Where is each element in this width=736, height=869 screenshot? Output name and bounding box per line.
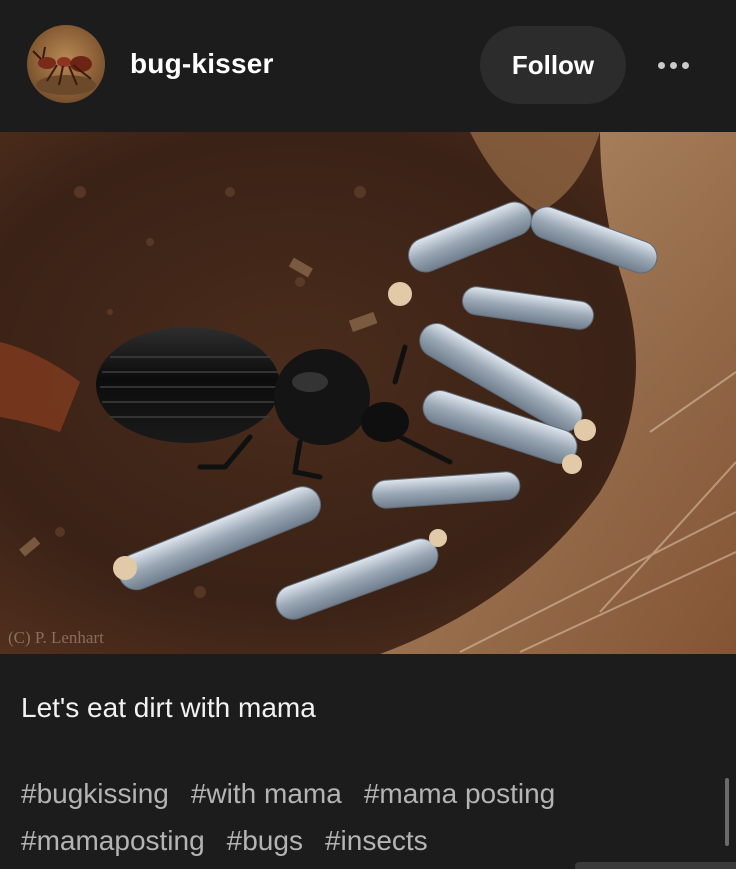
home-indicator bbox=[575, 862, 736, 869]
ellipsis-icon bbox=[669, 61, 677, 69]
post-image[interactable]: (C) P. Lenhart bbox=[0, 132, 736, 654]
more-options-button[interactable] bbox=[648, 46, 698, 84]
image-watermark: (C) P. Lenhart bbox=[8, 628, 104, 647]
tag-link[interactable]: #bugs bbox=[227, 817, 303, 864]
tag-link[interactable]: #bugkissing bbox=[21, 770, 169, 817]
ellipsis-icon bbox=[681, 61, 689, 69]
tag-link[interactable]: #mama posting bbox=[364, 770, 555, 817]
tag-link[interactable]: #with mama bbox=[191, 770, 342, 817]
tag-link[interactable]: #mamaposting bbox=[21, 817, 205, 864]
scrollbar[interactable] bbox=[725, 778, 729, 846]
beetle-larvae-photo bbox=[0, 132, 736, 654]
post-caption: Let's eat dirt with mama bbox=[21, 692, 316, 723]
post-tags: #bugkissing #with mama #mama posting #mamap… bbox=[21, 770, 711, 864]
tag-link[interactable]: #insects bbox=[325, 817, 428, 864]
avatar[interactable] bbox=[27, 25, 105, 103]
author-username[interactable]: bug-kisser bbox=[130, 48, 274, 80]
ellipsis-icon bbox=[657, 61, 665, 69]
ant-avatar-icon bbox=[32, 46, 96, 95]
follow-button[interactable]: Follow bbox=[480, 26, 626, 104]
post-header: bug-kisser Follow bbox=[0, 0, 736, 132]
